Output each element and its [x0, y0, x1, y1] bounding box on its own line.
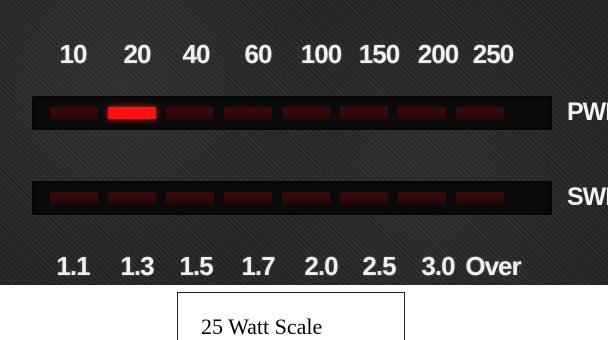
swr-led-segment [108, 192, 156, 204]
power-scale-tick: 20 [123, 39, 152, 69]
swr-scale-tick: 1.5 [179, 251, 213, 281]
power-led-segment [282, 107, 330, 119]
swr-led-segment [224, 192, 272, 204]
power-led-segment [456, 107, 504, 119]
swr-label: SWR [567, 183, 608, 211]
power-led-segment [224, 107, 272, 119]
swr-scale-tick: 2.0 [304, 251, 338, 281]
power-scale-tick: 40 [182, 39, 211, 69]
swr-led-segment [282, 192, 330, 204]
power-scale-tick: 200 [417, 39, 459, 69]
swr-led-segment [166, 192, 214, 204]
swr-led-segment [398, 192, 446, 204]
power-led-segment [340, 107, 388, 119]
power-scale: 10 20 40 60 100 150 200 250 [0, 39, 608, 79]
swr-scale-tick: 3.0 [421, 251, 455, 281]
caption-box: 25 Watt Scale [177, 292, 405, 340]
power-scale-tick: 250 [472, 39, 514, 69]
swr-scale-tick: 1.1 [56, 251, 90, 281]
pwr-label: PWR [567, 98, 608, 126]
swr-led-meter [32, 181, 552, 215]
power-led-segment [398, 107, 446, 119]
meter-panel: 10204060100150200250 PWR SWR 1.11.31.51.… [0, 0, 608, 285]
swr-scale: 1.1 1.3 1.5 1.7 2.0 2.5 3.0 Over [0, 251, 608, 285]
swr-scale-tick: 2.5 [362, 251, 396, 281]
power-led-meter [32, 96, 552, 130]
power-led-segment [50, 107, 98, 119]
power-scale-tick: 150 [358, 39, 400, 69]
swr-led-segment [50, 192, 98, 204]
swr-led-segment [456, 192, 504, 204]
swr-scale-tick: 1.3 [120, 251, 154, 281]
power-scale-tick: 60 [244, 39, 273, 69]
power-led-segment [166, 107, 214, 119]
power-scale-tick: 10 [59, 39, 88, 69]
power-scale-tick: 100 [300, 39, 342, 69]
caption-text: 25 Watt Scale [201, 314, 323, 339]
swr-led-segment [340, 192, 388, 204]
swr-scale-tick: 1.7 [241, 251, 275, 281]
power-led-segment [108, 107, 156, 119]
swr-scale-tick: Over [465, 251, 521, 281]
